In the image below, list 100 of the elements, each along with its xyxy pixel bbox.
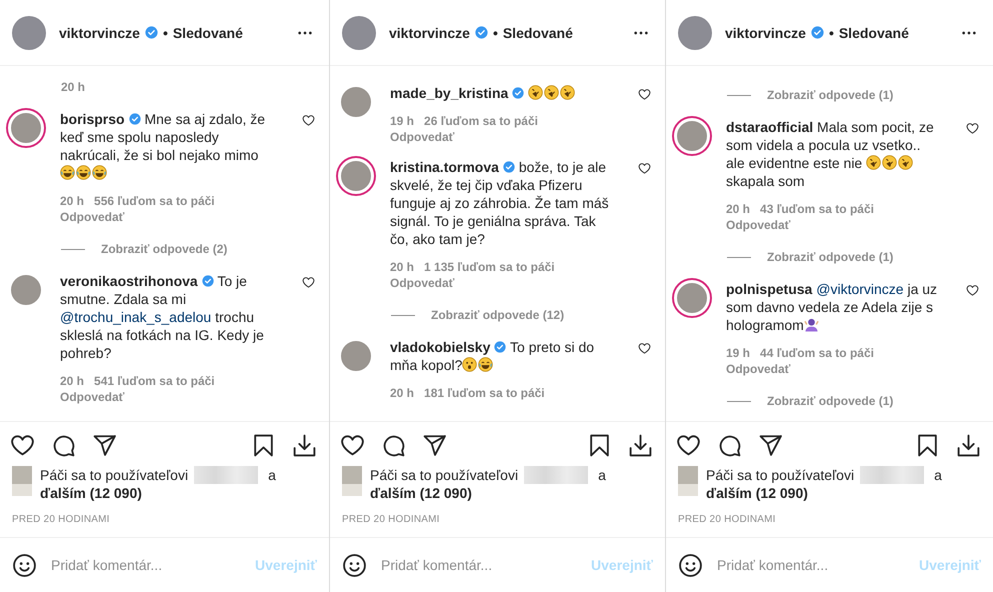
share-icon[interactable]: [422, 432, 447, 458]
like-count[interactable]: 556 ľuďom sa to páči: [94, 194, 215, 208]
emoji-icon[interactable]: [12, 552, 37, 578]
like-count[interactable]: 26 ľuďom sa to páči: [424, 114, 538, 128]
download-icon[interactable]: [292, 432, 317, 458]
comment-text: borisprso Mne sa aj zdalo, že keď sme spolu naposledy nakrúcali, že si bol nejako mimo: [60, 110, 278, 182]
avatar[interactable]: [678, 16, 712, 50]
share-icon[interactable]: [758, 432, 783, 458]
avatar[interactable]: [338, 158, 374, 194]
laughing-face-icon: [76, 165, 91, 180]
separator-dot: •: [162, 24, 168, 40]
follow-status[interactable]: Sledované: [172, 24, 243, 40]
blurred-avatar: [12, 466, 32, 496]
rolling-laughing-face-icon: [898, 155, 914, 170]
download-icon[interactable]: [628, 432, 653, 458]
username-link[interactable]: made_by_kristina: [390, 85, 508, 101]
likes-text: a: [268, 466, 276, 484]
like-icon[interactable]: [676, 432, 701, 458]
like-icon[interactable]: [966, 122, 979, 135]
blurred-username: [524, 466, 588, 484]
username-link[interactable]: viktorvincze: [389, 24, 470, 40]
like-icon[interactable]: [302, 114, 315, 127]
comment-time: 20 h: [60, 194, 84, 208]
username-link[interactable]: viktorvincze: [725, 24, 806, 40]
reply-link[interactable]: Odpovedať: [390, 130, 614, 144]
bookmark-icon[interactable]: [915, 432, 940, 458]
likes-text: Páči sa to používateľovi: [706, 466, 854, 484]
mention-link[interactable]: @viktorvincze: [816, 281, 904, 297]
username-link[interactable]: polnispetusa: [726, 281, 812, 297]
blurred-username: [860, 466, 924, 484]
username-link[interactable]: borisprso: [60, 111, 125, 127]
blurred-username: [194, 466, 258, 484]
like-count[interactable]: 181 ľuďom sa to páči: [424, 386, 545, 400]
comment-time: 19 h: [390, 114, 414, 128]
emoji-icon[interactable]: [678, 552, 703, 578]
reply-link[interactable]: Odpovedať: [390, 276, 614, 290]
like-icon[interactable]: [638, 88, 651, 101]
like-icon[interactable]: [302, 276, 315, 289]
post-timestamp: PRED 20 HODINAMI: [11, 513, 111, 527]
avatar[interactable]: [12, 16, 46, 50]
surprised-face-icon: [462, 357, 478, 372]
like-count[interactable]: 1 135 ľuďom sa to páči: [424, 260, 555, 274]
post-timestamp: PRED 20 HODINAMI: [677, 513, 777, 527]
rolling-laughing-face-icon: [528, 85, 544, 100]
comment-time: 19 h: [726, 346, 750, 360]
view-replies-link[interactable]: Zobraziť odpovede (1): [767, 250, 894, 264]
username-link[interactable]: dstaraofficial: [726, 119, 814, 135]
avatar[interactable]: [674, 118, 710, 154]
comment-icon[interactable]: [51, 432, 76, 458]
laughing-face-icon: [60, 165, 75, 180]
view-replies-link[interactable]: Zobraziť odpovede (1): [767, 394, 894, 408]
username-link[interactable]: vladokobielsky: [390, 339, 490, 355]
comment-text: dstaraofficial Mala som pocit, ze som videla a pocula uz vsetko.. ale evidentne este nie skapala som: [726, 118, 935, 190]
comment-input[interactable]: Pridať komentár...: [717, 557, 906, 573]
comment-icon[interactable]: [717, 432, 742, 458]
blurred-avatar: [342, 466, 362, 496]
reply-link[interactable]: Odpovedať: [60, 390, 278, 404]
like-count[interactable]: 541 ľuďom sa to páči: [94, 374, 215, 388]
comment-icon[interactable]: [381, 432, 406, 458]
likes-others-link[interactable]: ďalším (12 090): [370, 484, 653, 502]
like-icon[interactable]: [340, 432, 365, 458]
like-icon[interactable]: [638, 342, 651, 355]
like-count[interactable]: 44 ľuďom sa to páči: [760, 346, 874, 360]
bookmark-icon[interactable]: [587, 432, 612, 458]
username-link[interactable]: veronikaostrihonova: [60, 273, 198, 289]
avatar[interactable]: [8, 110, 44, 146]
mention-link[interactable]: @trochu_inak_s_adelou: [60, 309, 212, 325]
bookmark-icon[interactable]: [251, 432, 276, 458]
laughing-face-icon: [478, 357, 494, 372]
reply-link[interactable]: Odpovedať: [726, 218, 942, 232]
comment-text: polnispetusa @viktorvincze ja uz som davno vedela ze Adela zije s hologramom: [726, 280, 938, 334]
avatar[interactable]: [674, 280, 710, 316]
like-icon[interactable]: [10, 432, 35, 458]
username-link[interactable]: kristina.tormova: [390, 159, 499, 175]
comment-time: 20 h: [60, 374, 84, 388]
separator-dot: •: [492, 24, 498, 40]
download-icon[interactable]: [956, 432, 981, 458]
comment-text: vladokobielsky To preto si do mňa kopol?: [390, 338, 596, 374]
share-icon[interactable]: [92, 432, 117, 458]
comment-input[interactable]: Pridať komentár...: [381, 557, 578, 573]
username-link[interactable]: viktorvincze: [59, 24, 140, 40]
avatar[interactable]: [342, 16, 376, 50]
like-count[interactable]: 43 ľuďom sa to páči: [760, 202, 874, 216]
view-replies-link[interactable]: Zobraziť odpovede (1): [767, 88, 894, 102]
like-icon[interactable]: [638, 162, 651, 175]
emoji-icon[interactable]: [342, 552, 367, 578]
follow-status[interactable]: Sledované: [502, 24, 573, 40]
reply-link[interactable]: Odpovedať: [60, 210, 278, 224]
view-replies-link[interactable]: Zobraziť odpovede (12): [431, 308, 564, 322]
likes-text: Páči sa to používateľovi: [370, 466, 518, 484]
likes-others-link[interactable]: ďalším (12 090): [706, 484, 981, 502]
likes-others-link[interactable]: ďalším (12 090): [40, 484, 317, 502]
reply-link[interactable]: Odpovedať: [726, 362, 942, 376]
separator-dot: •: [828, 24, 834, 40]
follow-status[interactable]: Sledované: [838, 24, 909, 40]
view-replies-link[interactable]: Zobraziť odpovede (2): [101, 242, 228, 256]
like-icon[interactable]: [966, 284, 979, 297]
person-icon: [804, 317, 819, 332]
comment-input[interactable]: Pridať komentár...: [51, 557, 242, 573]
comment-time: 20 h: [726, 202, 750, 216]
